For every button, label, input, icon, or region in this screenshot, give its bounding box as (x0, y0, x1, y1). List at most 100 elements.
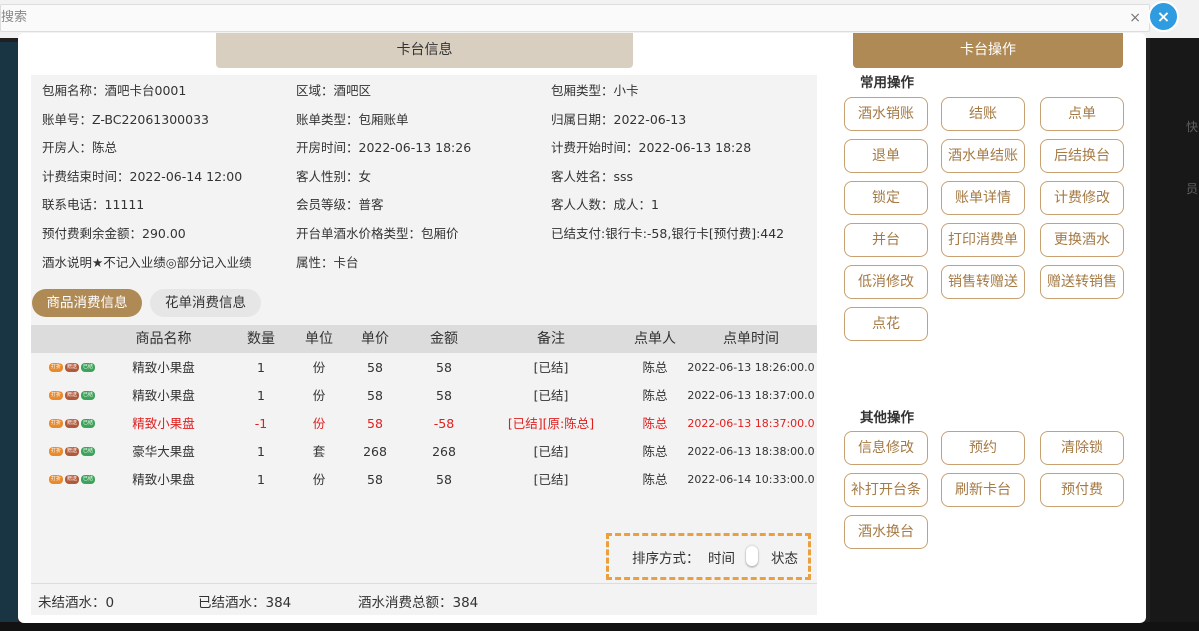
background-search-bar[interactable]: 搜索 × (0, 4, 1150, 32)
header-order-time: 点单时间 (723, 331, 779, 347)
info-attribute: 属性：卡台 (296, 255, 359, 270)
header-note: 备注 (537, 331, 565, 347)
table-row[interactable]: 打折 赠送 已结 精致小果盘 1 份 58 58 [已结] 陈总 2022-06-13 18:26:… (31, 354, 817, 382)
cell-qty: 1 (257, 444, 265, 459)
replace-drink-button[interactable]: 更换酒水 (1040, 223, 1124, 257)
clear-lock-button[interactable]: 清除锁 (1040, 431, 1124, 465)
sale-to-gift-button[interactable]: 销售转赠送 (941, 265, 1025, 299)
table-row[interactable]: 打折 赠送 已结 精致小果盘 -1 份 58 -58 [已结][原:陈总] 陈总 2022-06-1… (31, 410, 817, 438)
background-search-clear-icon[interactable]: × (1129, 5, 1141, 31)
footer-divider (31, 583, 817, 584)
tab-goods-consumption[interactable]: 商品消费信息 (32, 289, 142, 317)
order-flower-button[interactable]: 点花 (844, 307, 928, 341)
gift-tag-icon: 赠送 (65, 391, 79, 400)
bill-details-button[interactable]: 账单详情 (941, 181, 1025, 215)
info-room-name: 包厢名称：酒吧卡台0001 (42, 83, 187, 98)
billing-modify-button[interactable]: 计费修改 (1040, 181, 1124, 215)
gift-to-sale-button[interactable]: 赠送转销售 (1040, 265, 1124, 299)
drink-change-table-button[interactable]: 酒水换台 (844, 515, 928, 549)
cell-qty: 1 (257, 388, 265, 403)
drink-bill-checkout-button[interactable]: 酒水单结账 (941, 139, 1025, 173)
header-unit: 单位 (305, 331, 333, 347)
info-member-level: 会员等级：普客 (296, 197, 384, 212)
settled-tag-icon: 已结 (81, 475, 95, 484)
other-ops-title: 其他操作 (860, 410, 914, 426)
info-settled-payment: 已结支付:银行卡:-58,银行卡[预付费]:442 (551, 226, 785, 241)
cancel-order-button[interactable]: 退单 (844, 139, 928, 173)
table-row[interactable]: 打折 赠送 已结 精致小果盘 1 份 58 58 [已结] 陈总 2022-06-13 18:37:… (31, 382, 817, 410)
cell-unit: 份 (312, 472, 326, 487)
order-button[interactable]: 点单 (1040, 97, 1124, 131)
table-row[interactable]: 打折 赠送 已结 精致小果盘 1 份 58 58 [已结] 陈总 2022-06-14 10:33:… (31, 466, 817, 494)
info-guest-name: 客人姓名：sss (551, 169, 634, 184)
checkout-button[interactable]: 结账 (941, 97, 1025, 131)
post-checkout-change-table-button[interactable]: 后结换台 (1040, 139, 1124, 173)
cell-unit: 份 (312, 360, 326, 375)
sort-option-time[interactable]: 时间 (708, 547, 735, 567)
cell-orderer: 陈总 (642, 360, 668, 375)
cell-name: 豪华大果盘 (132, 444, 195, 459)
info-price-type: 开台单酒水价格类型：包厢价 (296, 226, 459, 241)
info-room-type: 包厢类型：小卡 (551, 83, 639, 98)
header-amount: 金额 (430, 331, 458, 347)
cell-order-time: 2022-06-13 18:37:00.0 (687, 389, 815, 402)
table-row[interactable]: 打折 赠送 已结 豪华大果盘 1 套 268 268 [已结] 陈总 2022-06-13 18:3… (31, 438, 817, 466)
info-open-time: 开房时间：2022-06-13 18:26 (296, 140, 472, 155)
discount-tag-icon: 打折 (49, 419, 63, 428)
cell-price: 58 (367, 388, 383, 403)
info-guest-count: 客人人数：成人：1 (551, 197, 659, 212)
cell-unit: 份 (312, 416, 326, 431)
tab-flower-consumption[interactable]: 花单消费信息 (150, 289, 261, 317)
sort-toggle[interactable] (745, 544, 759, 568)
sort-option-status[interactable]: 状态 (771, 547, 798, 567)
min-spend-modify-button[interactable]: 低消修改 (844, 265, 928, 299)
header-qty: 数量 (247, 331, 275, 347)
card-table-modal: 卡台信息 卡台操作 包厢名称：酒吧卡台0001 区域：酒吧区 包厢类型：小卡 账… (18, 33, 1146, 623)
settled-tag-icon: 已结 (81, 391, 95, 400)
header-orderer: 点单人 (634, 331, 676, 347)
reservation-button[interactable]: 预约 (941, 431, 1025, 465)
print-consumption-button[interactable]: 打印消费单 (941, 223, 1025, 257)
cell-name: 精致小果盘 (132, 416, 195, 431)
unsettled-drinks: 未结酒水：0 (38, 595, 115, 611)
refresh-table-button[interactable]: 刷新卡台 (941, 473, 1025, 507)
cell-qty: 1 (257, 360, 265, 375)
info-drink-note: 酒水说明★不记入业绩◎部分记入业绩 (42, 255, 252, 270)
cell-unit: 份 (312, 388, 326, 403)
cell-note: [已结][原:陈总] (507, 416, 595, 431)
info-phone: 联系电话：11111 (42, 197, 145, 212)
cell-qty: 1 (257, 472, 265, 487)
row-tags: 打折 赠送 已结 (49, 363, 97, 373)
cell-note: [已结] (533, 388, 569, 403)
gift-tag-icon: 赠送 (65, 475, 79, 484)
close-icon[interactable]: × (1148, 1, 1179, 32)
cell-amount: 58 (436, 472, 452, 487)
sort-toggle-knob[interactable] (746, 546, 758, 566)
cell-order-time: 2022-06-13 18:38:00.0 (687, 445, 815, 458)
cell-name: 精致小果盘 (132, 360, 195, 375)
info-guest-gender: 客人性别：女 (296, 169, 372, 184)
background-search-placeholder: 搜索 (1, 10, 28, 25)
info-billing-start: 计费开始时间：2022-06-13 18:28 (551, 140, 752, 155)
cell-amount: 268 (432, 444, 456, 459)
cell-orderer: 陈总 (642, 388, 668, 403)
cell-price: 268 (363, 444, 387, 459)
reprint-open-slip-button[interactable]: 补打开台条 (844, 473, 928, 507)
settled-tag-icon: 已结 (81, 419, 95, 428)
settled-tag-icon: 已结 (81, 447, 95, 456)
cell-amount: -58 (433, 416, 455, 431)
cell-amount: 58 (436, 388, 452, 403)
cell-orderer: 陈总 (642, 444, 668, 459)
drink-write-off-button[interactable]: 酒水销账 (844, 97, 928, 131)
merge-table-button[interactable]: 并台 (844, 223, 928, 257)
settled-drinks: 已结酒水：384 (198, 595, 292, 611)
info-belong-date: 归属日期：2022-06-13 (551, 112, 687, 127)
gift-tag-icon: 赠送 (65, 419, 79, 428)
cell-name: 精致小果盘 (132, 388, 195, 403)
cell-order-time: 2022-06-13 18:26:00.0 (687, 361, 815, 374)
info-billing-end: 计费结束时间：2022-06-14 12:00 (42, 169, 243, 184)
info-bill-type: 账单类型：包厢账单 (296, 112, 409, 127)
lock-button[interactable]: 锁定 (844, 181, 928, 215)
info-modify-button[interactable]: 信息修改 (844, 431, 928, 465)
prepaid-button[interactable]: 预付费 (1040, 473, 1124, 507)
